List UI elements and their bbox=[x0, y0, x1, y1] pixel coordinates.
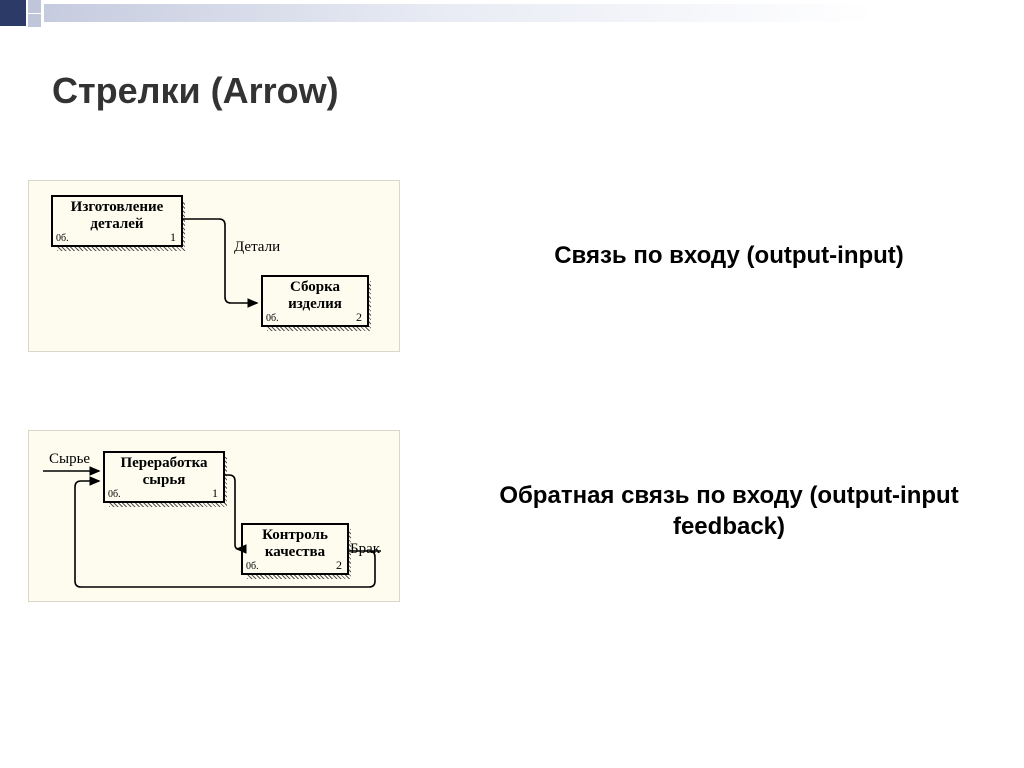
diagram-output-input-feedback: Переработка сырья 0б. 1 Контроль качеств… bbox=[28, 430, 400, 602]
box-label: Контроль качества bbox=[243, 525, 347, 574]
box-br: 2 bbox=[356, 311, 362, 324]
box-bl: 0б. bbox=[266, 313, 279, 324]
diagram-output-input: Изготовление деталей 0б. 1 Сборка издели… bbox=[28, 180, 400, 352]
arrow-label-raw: Сырье bbox=[49, 451, 90, 468]
caption-feedback: Обратная связь по входу (output-input fe… bbox=[484, 480, 974, 542]
box-label: Изготовление деталей bbox=[53, 197, 181, 246]
box-assembly: Сборка изделия 0б. 2 bbox=[261, 275, 369, 327]
box-bl: 0б. bbox=[56, 233, 69, 244]
box-quality: Контроль качества 0б. 2 bbox=[241, 523, 349, 575]
box-manufacturing: Изготовление деталей 0б. 1 bbox=[51, 195, 183, 247]
box-label: Переработка сырья bbox=[105, 453, 223, 502]
caption-output-input: Связь по входу (output-input) bbox=[484, 240, 974, 271]
box-br: 2 bbox=[336, 559, 342, 572]
box-label: Сборка изделия bbox=[263, 277, 367, 326]
box-processing: Переработка сырья 0б. 1 bbox=[103, 451, 225, 503]
box-br: 1 bbox=[212, 487, 218, 500]
box-br: 1 bbox=[170, 231, 176, 244]
page-title: Стрелки (Arrow) bbox=[52, 70, 339, 112]
arrow-label-defect: Брак bbox=[350, 541, 380, 558]
box-bl: 0б. bbox=[108, 489, 121, 500]
arrow-label-details: Детали bbox=[234, 239, 280, 256]
box-bl: 0б. bbox=[246, 561, 259, 572]
